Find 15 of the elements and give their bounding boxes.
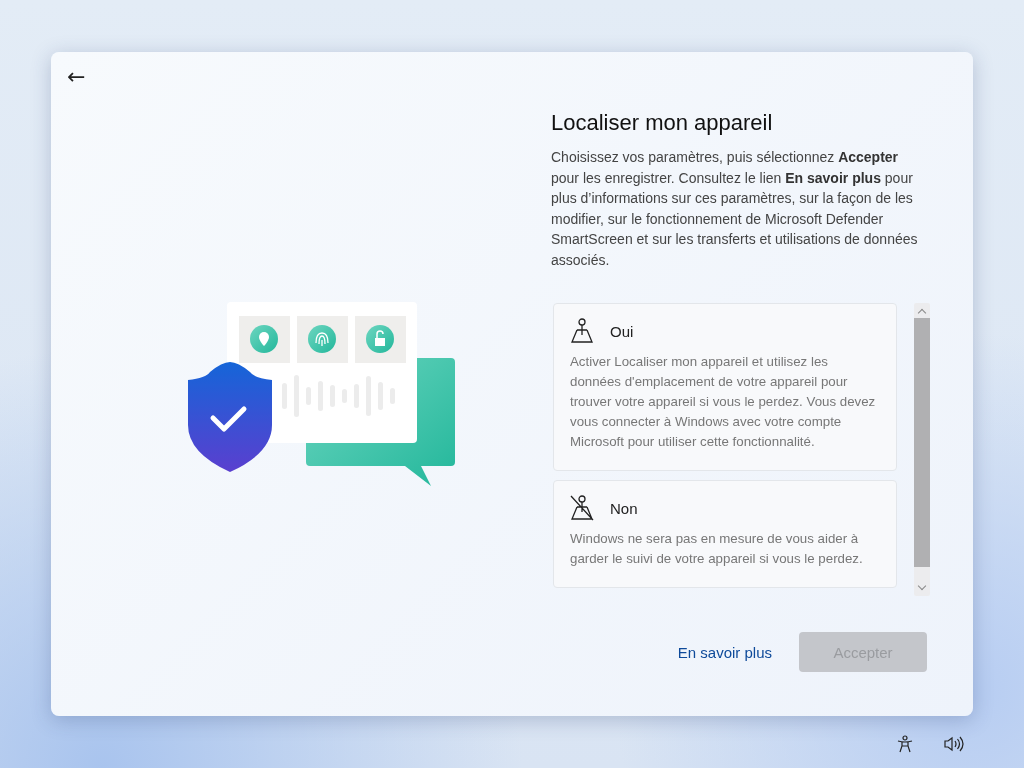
volume-icon[interactable] [944, 736, 964, 752]
scrollbar[interactable] [914, 303, 930, 596]
page-title: Localiser mon appareil [551, 110, 774, 136]
learn-more-link[interactable]: En savoir plus [677, 643, 772, 661]
location-pin-icon [570, 318, 594, 344]
option-card[interactable] [553, 303, 897, 471]
description-text: Choisissez vos paramètres, puis sélectionnez Accepter pour les enregistrer. Consultez le lien En savoir plus pour plus d’informations sur ces paramètres, sur la façon de les modifier, sur le fonctionnement de Microsoft Defender SmartScreen et sur les transferts et utilisations de données associés. [551, 148, 919, 270]
option-label: Non [610, 499, 638, 517]
option-description: Activer Localiser mon appareil et utilisez les données d'emplacement de votre appareil pour trouver votre appareil si vous le perdez. Vous devez vous connecter à Windows avec votre compte Microsoft pour utiliser cette fonctionnalité. [570, 353, 877, 451]
option-description: Windows ne sera pas en mesure de vous aider à garder le suivi de votre appareil si vous le perdez. [570, 530, 864, 568]
location-off-icon [570, 495, 594, 521]
back-button[interactable]: ← [63, 64, 90, 90]
option-card[interactable]: Non Windows ne sera pas en mesure de vous aider à garder le suivi de votre appareil si vous le perdez. [553, 480, 897, 588]
option-label: Oui [610, 322, 634, 340]
accessibility-icon[interactable] [896, 735, 914, 753]
